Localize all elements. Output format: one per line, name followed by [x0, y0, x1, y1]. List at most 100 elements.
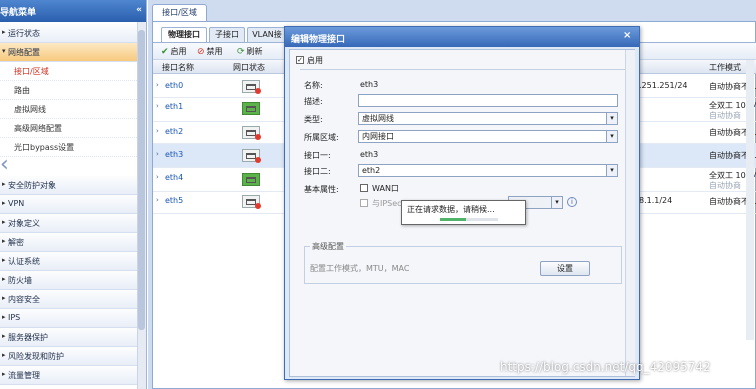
sidebar-subitem-interfaces[interactable]: 接口/区域	[0, 62, 137, 81]
enable-button[interactable]: ✔ 启用	[161, 46, 187, 57]
zone-label: 所属区域:	[304, 133, 339, 142]
sidebar-item-label: 安全防护对象	[8, 181, 56, 190]
interface-name[interactable]: eth4	[165, 173, 183, 182]
sidebar-scrollbar-thumb[interactable]	[138, 30, 145, 330]
interface-name[interactable]: eth2	[165, 127, 183, 136]
column-header-name[interactable]: 接口名称	[162, 62, 194, 73]
sidebar-subitem-routing[interactable]: 路由	[0, 81, 137, 100]
description-label: 描述:	[304, 97, 323, 106]
work-mode-secondary: 自动协商	[709, 181, 741, 190]
name-label: 名称:	[304, 81, 323, 90]
type-select[interactable]: 虚拟网线 ▾	[358, 112, 618, 125]
tab-vlan-interface[interactable]: VLAN接	[247, 27, 287, 42]
column-header-status[interactable]: 网口状态	[233, 62, 265, 73]
main-scrollbar[interactable]	[746, 60, 754, 340]
sidebar-item-server-protection[interactable]: ▸ 服务器保护	[0, 328, 137, 347]
loading-progress-bar	[440, 218, 498, 221]
expand-row-icon[interactable]: ›	[156, 102, 159, 110]
description-input[interactable]	[358, 94, 618, 107]
close-icon[interactable]: ×	[623, 30, 631, 41]
sidebar-item-label: 流量管理	[8, 371, 40, 380]
wan-checkbox-label: WAN口	[372, 184, 399, 193]
disable-button[interactable]: ⊘ 禁用	[197, 46, 223, 57]
chevron-down-icon[interactable]: ▾	[606, 165, 617, 176]
collapse-sidebar-icon[interactable]: «	[134, 5, 144, 16]
loading-popup: 正在请求数据，请稍候...	[401, 200, 526, 225]
port-down-icon	[242, 80, 261, 94]
expand-row-icon[interactable]: ›	[156, 173, 159, 181]
expand-arrow-icon: ▸	[2, 351, 6, 359]
loading-progress-fill	[440, 218, 467, 221]
sidebar-subitem-virtual-wire[interactable]: 虚拟网线	[0, 100, 137, 119]
interface2-label: 接口二:	[304, 167, 331, 176]
interface-name[interactable]: eth3	[165, 150, 183, 159]
sidebar-subitem-advanced-network[interactable]: 高级网络配置	[0, 119, 137, 138]
dialog-scrollbar[interactable]	[625, 50, 635, 376]
tab-sub-interface[interactable]: 子接口	[209, 27, 245, 42]
dialog-titlebar[interactable]: 编辑物理接口 ×	[285, 27, 639, 47]
sidebar-item-label: IPS	[8, 313, 21, 322]
interface-ip: 8.1.1/24	[639, 196, 673, 205]
sidebar-item-label: 内容安全	[8, 295, 40, 304]
sidebar-subitem-label: 接口/区域	[14, 67, 49, 76]
panel-collapse-arrow-icon[interactable]: ‹	[0, 150, 10, 180]
sidebar-item-traffic[interactable]: ▸ 流量管理	[0, 366, 137, 385]
sidebar-subitem-bypass[interactable]: 光口bypass设置	[0, 138, 137, 157]
expand-row-icon[interactable]: ›	[156, 81, 159, 89]
sidebar-header: 导航菜单 «	[0, 0, 146, 22]
expand-arrow-icon: ▸	[2, 28, 6, 36]
sidebar-item-label: 风险发现和防护	[8, 352, 64, 361]
sidebar-item-label: 对象定义	[8, 219, 40, 228]
interface2-select-value: eth2	[362, 166, 381, 175]
sidebar-item-risk-discovery[interactable]: ▸ 风险发现和防护	[0, 347, 137, 366]
expand-row-icon[interactable]: ›	[156, 127, 159, 135]
sidebar-item-auth[interactable]: ▸ 认证系统	[0, 252, 137, 271]
wan-checkbox[interactable]	[360, 184, 368, 192]
sidebar-item-object-definition[interactable]: ▸ 对象定义	[0, 214, 137, 233]
sidebar-item-protection-objects[interactable]: ▸ 安全防护对象	[0, 176, 137, 195]
enable-checkbox[interactable]: ✓	[296, 56, 304, 64]
disable-button-label: 禁用	[206, 47, 223, 56]
zone-select[interactable]: 内网接口 ▾	[358, 130, 618, 143]
info-icon[interactable]: i	[567, 197, 577, 207]
settings-button[interactable]: 设置	[540, 261, 590, 276]
refresh-button[interactable]: ⟳ 刷新	[237, 46, 263, 57]
interface-name[interactable]: eth1	[165, 102, 183, 111]
interface-name[interactable]: eth0	[165, 81, 183, 90]
expand-row-icon[interactable]: ›	[156, 150, 159, 158]
expand-arrow-icon: ▸	[2, 237, 6, 245]
sidebar-item-network[interactable]: ▾ 网络配置	[0, 43, 137, 62]
expand-arrow-icon: ▸	[2, 199, 6, 207]
sidebar-item-content-security[interactable]: ▸ 内容安全	[0, 290, 137, 309]
sidebar-item-firewall[interactable]: ▸ 防火墙	[0, 271, 137, 290]
port-up-icon	[242, 102, 260, 115]
column-header-work-mode[interactable]: 工作模式	[709, 62, 741, 73]
interface2-select[interactable]: eth2 ▾	[358, 164, 618, 177]
sidebar-item-vpn[interactable]: ▸ VPN	[0, 195, 137, 214]
sidebar: 导航菜单 « ▸ 运行状态 ▾ 网络配置 接口/区域 路由 虚拟网线 高级网络配置 …	[0, 0, 147, 389]
sidebar-item-ips[interactable]: ▸ IPS	[0, 309, 137, 328]
sidebar-item-label: 解密	[8, 238, 24, 247]
chevron-down-icon[interactable]: ▾	[606, 131, 617, 142]
sidebar-item-label: 认证系统	[8, 257, 40, 266]
expand-arrow-icon: ▸	[2, 180, 6, 188]
chevron-down-icon[interactable]: ▾	[606, 113, 617, 124]
enable-checkbox-label: 启用	[307, 56, 323, 65]
sidebar-item-decrypt[interactable]: ▸ 解密	[0, 233, 137, 252]
sidebar-item-status[interactable]: ▸ 运行状态	[0, 24, 137, 43]
tab-physical-interface[interactable]: 物理接口	[161, 27, 207, 42]
type-label: 类型:	[304, 115, 323, 124]
refresh-icon: ⟳	[237, 47, 245, 57]
advanced-config-description: 配置工作模式，MTU，MAC	[310, 264, 410, 273]
interface-name[interactable]: eth5	[165, 196, 183, 205]
expand-row-icon[interactable]: ›	[156, 196, 159, 204]
tab-interfaces-zones[interactable]: 接口/区域	[152, 4, 207, 21]
sidebar-subitem-label: 虚拟网线	[14, 105, 46, 114]
expand-arrow-icon: ▸	[2, 256, 6, 264]
work-mode-secondary: 自动协商	[709, 111, 741, 120]
sidebar-item-label: VPN	[8, 199, 25, 208]
chevron-down-icon[interactable]: ▾	[551, 197, 562, 208]
ipsec-checkbox[interactable]	[360, 199, 368, 207]
basic-attributes-label: 基本属性:	[304, 185, 339, 194]
type-select-value: 虚拟网线	[362, 114, 394, 123]
